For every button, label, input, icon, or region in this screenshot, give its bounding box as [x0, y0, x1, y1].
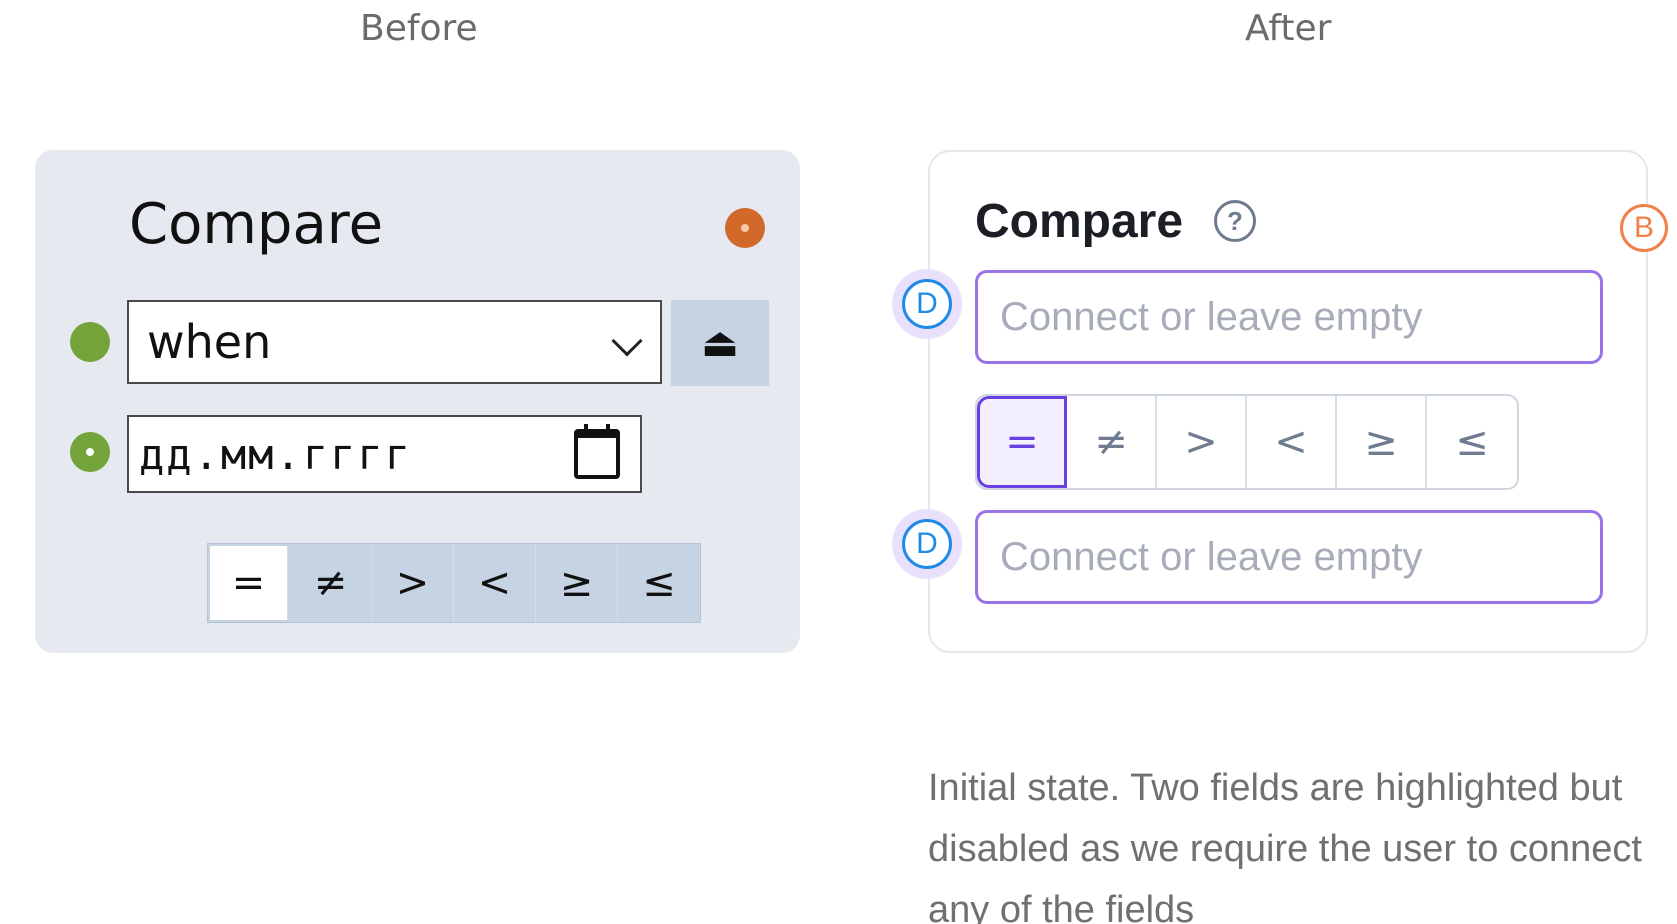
- help-icon[interactable]: ?: [1214, 200, 1256, 242]
- d-badge-icon: D: [902, 279, 952, 329]
- operator-less-equal-button[interactable]: ≤: [618, 544, 700, 622]
- chevron-down-icon: [611, 325, 643, 357]
- operator-equal-button[interactable]: =: [210, 546, 288, 620]
- operator-not-equal-button[interactable]: ≠: [290, 544, 372, 622]
- after-operator-group: = ≠ > < ≥ ≤: [975, 394, 1519, 490]
- operator-less-button[interactable]: <: [454, 544, 536, 622]
- output-port-icon[interactable]: [725, 208, 765, 248]
- before-compare-node: Compare when ⏏ дд.мм.гггг = ≠ > < ≥ ≤: [35, 150, 800, 653]
- input-port-d-badge[interactable]: D: [892, 509, 962, 579]
- operator-not-equal-button[interactable]: ≠: [1067, 396, 1157, 488]
- output-port-b-badge[interactable]: B: [1620, 204, 1668, 252]
- condition-select-value: when: [147, 315, 272, 369]
- first-connect-input[interactable]: [1000, 294, 1600, 340]
- operator-less-equal-button[interactable]: ≤: [1427, 396, 1517, 488]
- after-node-title: Compare: [975, 195, 1184, 248]
- input-port-icon[interactable]: [70, 432, 110, 472]
- operator-greater-equal-button[interactable]: ≥: [536, 544, 618, 622]
- eject-icon: ⏏: [701, 321, 739, 365]
- after-compare-node: Compare ? B D = ≠ > < ≥ ≤ D: [892, 150, 1668, 653]
- condition-select[interactable]: when: [127, 300, 662, 384]
- before-operator-group: = ≠ > < ≥ ≤: [207, 543, 701, 623]
- eject-button[interactable]: ⏏: [671, 300, 769, 386]
- after-caption: Initial state. Two fields are highlighte…: [928, 767, 1642, 924]
- before-node-title: Compare: [129, 192, 384, 257]
- operator-greater-button[interactable]: >: [1157, 396, 1247, 488]
- date-input-placeholder: дд.мм.гггг: [139, 429, 412, 479]
- first-connect-field[interactable]: [975, 270, 1603, 364]
- date-input[interactable]: дд.мм.гггг: [127, 415, 642, 493]
- d-badge-icon: D: [902, 519, 952, 569]
- input-port-icon[interactable]: [70, 322, 110, 362]
- second-connect-field[interactable]: [975, 510, 1603, 604]
- before-label: Before: [360, 8, 478, 49]
- calendar-icon[interactable]: [574, 424, 620, 479]
- input-port-d-badge[interactable]: D: [892, 269, 962, 339]
- second-connect-input[interactable]: [1000, 534, 1600, 580]
- operator-greater-button[interactable]: >: [372, 544, 454, 622]
- operator-equal-button[interactable]: =: [977, 396, 1067, 488]
- operator-less-button[interactable]: <: [1247, 396, 1337, 488]
- operator-greater-equal-button[interactable]: ≥: [1337, 396, 1427, 488]
- after-label: After: [1245, 8, 1332, 49]
